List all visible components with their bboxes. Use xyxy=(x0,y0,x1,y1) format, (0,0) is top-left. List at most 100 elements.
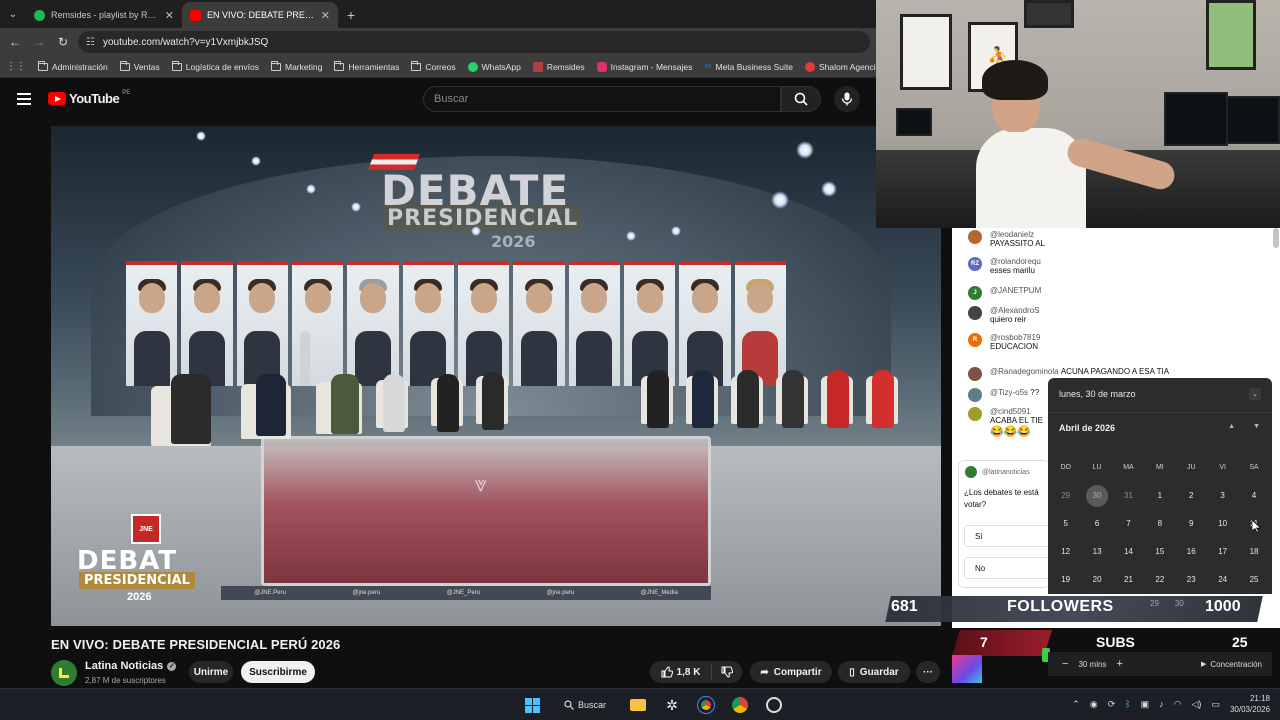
menu-icon[interactable] xyxy=(17,93,31,105)
calendar-day[interactable]: 6 xyxy=(1081,513,1112,535)
chat-username[interactable]: @AlexandroS xyxy=(990,306,1039,315)
url-input[interactable]: ☷ youtube.com/watch?v=y1VxmjbkJSQ xyxy=(78,31,870,53)
clock[interactable]: 21:18 30/03/2026 xyxy=(1230,693,1270,715)
calendar-day[interactable]: 10 xyxy=(1207,513,1238,535)
tab-remsides[interactable]: Remsides - playlist by RemSide ✕ xyxy=(26,2,182,28)
wifi-icon[interactable]: ◠ xyxy=(1174,699,1182,710)
start-focus-button[interactable]: ▶ Concentración xyxy=(1201,660,1262,669)
calendar-day[interactable]: 15 xyxy=(1144,541,1175,563)
calendar-day[interactable]: 21 xyxy=(1113,569,1144,591)
calendar-day[interactable]: 4 xyxy=(1238,485,1269,507)
site-info-icon[interactable]: ☷ xyxy=(86,37,95,48)
share-button[interactable]: ➦ Compartir xyxy=(750,661,832,683)
subscribe-button[interactable]: Suscribirme xyxy=(241,661,315,683)
calendar-selected-date[interactable]: lunes, 30 de marzo ⌄ xyxy=(1051,382,1267,406)
chevron-down-icon[interactable]: ⌄ xyxy=(1249,388,1261,400)
calendar-day[interactable]: 3 xyxy=(1207,485,1238,507)
calendar-day[interactable]: 17 xyxy=(1207,541,1238,563)
bookmark-marketing[interactable]: Marketing xyxy=(271,60,322,72)
bookmark-instagram[interactable]: Instagram - Mensajes xyxy=(596,61,692,72)
calendar-day[interactable]: 24 xyxy=(1207,569,1238,591)
sync-icon[interactable]: ⟳ xyxy=(1108,699,1116,710)
start-button[interactable] xyxy=(520,693,544,717)
channel-avatar[interactable] xyxy=(51,660,77,686)
close-tab-icon[interactable]: ✕ xyxy=(165,9,174,22)
chat-username[interactable]: @Tizy-o5s xyxy=(990,388,1028,397)
calendar-day[interactable]: 14 xyxy=(1113,541,1144,563)
calendar-day[interactable]: 20 xyxy=(1081,569,1112,591)
chat-username[interactable]: @leodanielz xyxy=(990,230,1034,239)
calendar-day[interactable]: 2 xyxy=(1176,485,1207,507)
bookmark-administracion[interactable]: Administración xyxy=(38,60,108,72)
bookmark-whatsapp[interactable]: WhatsApp xyxy=(467,61,521,72)
dislike-button[interactable] xyxy=(712,666,742,678)
calendar-day[interactable]: 23 xyxy=(1176,569,1207,591)
calendar-day[interactable]: 12 xyxy=(1050,541,1081,563)
poll-option-no[interactable]: No xyxy=(964,557,1054,579)
bookmark-meta[interactable]: ∞ Meta Business Suite xyxy=(704,61,793,72)
bookmark-herramientas[interactable]: Herramientas xyxy=(334,60,399,72)
forward-button[interactable]: → xyxy=(30,33,48,51)
calendar-day[interactable]: 18 xyxy=(1238,541,1269,563)
battery-icon[interactable]: ▭ xyxy=(1211,699,1220,710)
calendar-day[interactable]: 31 xyxy=(1113,485,1144,507)
microphone-icon[interactable]: ♪ xyxy=(1159,699,1164,709)
volume-icon[interactable]: ◁) xyxy=(1192,699,1202,710)
channel-name-link[interactable]: Latina Noticias ✓ xyxy=(85,660,177,672)
more-actions-button[interactable]: ··· xyxy=(916,661,940,683)
calendar-day[interactable]: 9 xyxy=(1176,513,1207,535)
calendar-day-today[interactable]: 30 xyxy=(1086,485,1109,507)
increase-minutes-button[interactable]: + xyxy=(1116,658,1122,670)
youtube-logo[interactable]: YouTube PE xyxy=(48,90,130,106)
save-button[interactable]: ▯ Guardar xyxy=(838,661,910,683)
calendar-day[interactable]: 5 xyxy=(1050,513,1081,535)
chat-scrollbar[interactable] xyxy=(1273,228,1279,248)
calendar-day[interactable]: 29 xyxy=(1050,485,1081,507)
bookmark-ventas[interactable]: Ventas xyxy=(119,60,160,72)
calendar-day[interactable]: 22 xyxy=(1144,569,1175,591)
search-button[interactable] xyxy=(781,86,821,112)
search-input[interactable]: Buscar xyxy=(423,86,781,112)
like-button[interactable]: 1,8 K xyxy=(650,664,712,680)
chat-username[interactable]: @cind5091 xyxy=(990,407,1031,416)
chat-username[interactable]: @Ranadegominola xyxy=(990,367,1059,376)
obs-icon[interactable] xyxy=(762,693,786,717)
poll-option-yes[interactable]: Sí xyxy=(964,525,1054,547)
file-explorer-icon[interactable] xyxy=(626,693,650,717)
close-tab-icon[interactable]: ✕ xyxy=(321,9,330,22)
chat-username[interactable]: @rosbob7819 xyxy=(990,333,1040,342)
bookmark-remsides[interactable]: Remsides xyxy=(532,61,585,72)
decrease-minutes-button[interactable]: − xyxy=(1062,658,1068,670)
new-tab-button[interactable]: + xyxy=(338,2,364,28)
join-button[interactable]: Unirme xyxy=(189,661,233,683)
calendar-day[interactable]: 16 xyxy=(1176,541,1207,563)
bookmark-shalom[interactable]: Shalom Agencias xyxy=(804,61,885,72)
calendar-day[interactable]: 1 xyxy=(1144,485,1175,507)
reload-button[interactable]: ↻ xyxy=(54,33,72,51)
calendar-day[interactable]: 8 xyxy=(1144,513,1175,535)
chat-username[interactable]: @JANETPUM xyxy=(990,286,1041,295)
video-player[interactable]: DEBATE PRESIDENCIAL 2026 ⩔ JNE DEBAT PRE… xyxy=(51,126,941,626)
bookmark-correos[interactable]: Correos xyxy=(411,60,456,72)
back-button[interactable]: ← xyxy=(6,33,24,51)
calendar-month-title[interactable]: Abril de 2026 xyxy=(1059,423,1115,433)
tab-youtube-debate[interactable]: EN VIVO: DEBATE PRESIDENCIAL ✕ xyxy=(182,2,338,28)
chatgpt-icon[interactable]: ✲ xyxy=(660,693,684,717)
calendar-day[interactable]: 25 xyxy=(1238,569,1269,591)
show-hidden-icons-icon[interactable]: ⌃ xyxy=(1072,699,1080,710)
chat-username[interactable]: @rolandorequ xyxy=(990,257,1041,266)
calendar-day[interactable]: 13 xyxy=(1081,541,1112,563)
tab-search-icon[interactable]: ⌄ xyxy=(0,0,26,28)
network-icon[interactable]: ◉ xyxy=(1090,699,1098,710)
calendar-day[interactable]: 7 xyxy=(1113,513,1144,535)
bluetooth-icon[interactable]: ᛒ xyxy=(1125,699,1130,709)
bookmark-logistica[interactable]: Logística de envíos xyxy=(171,60,259,72)
apps-grid-icon[interactable]: ⋮⋮ xyxy=(6,61,26,72)
chrome-icon[interactable] xyxy=(694,693,718,717)
voice-search-button[interactable] xyxy=(834,86,860,112)
taskbar-search[interactable]: Buscar xyxy=(554,693,616,717)
security-icon[interactable]: ▣ xyxy=(1141,699,1150,710)
previous-month-icon[interactable]: ▲ xyxy=(1228,423,1235,430)
next-month-icon[interactable]: ▼ xyxy=(1253,423,1260,430)
chrome-profile-icon[interactable] xyxy=(728,693,752,717)
